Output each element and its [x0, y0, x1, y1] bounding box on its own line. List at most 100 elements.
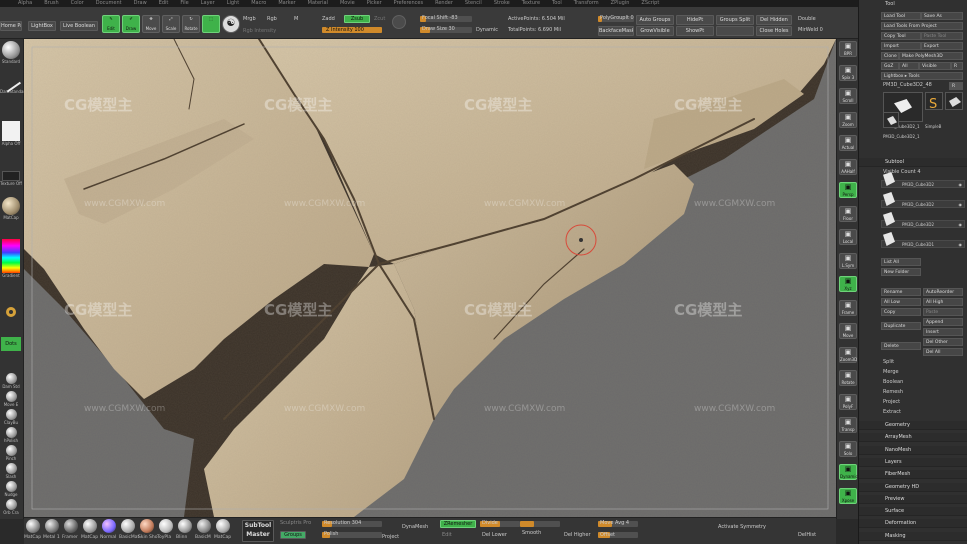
delete-button[interactable]: Delete — [881, 342, 921, 350]
tool-thumbnail-small[interactable] — [883, 112, 899, 128]
zadd-toggle[interactable]: Zadd — [322, 16, 335, 22]
palette-section-layers[interactable]: Layers — [859, 457, 967, 467]
material-sphere-icon[interactable] — [197, 519, 211, 533]
backface-mask-button[interactable]: BackfaceMask — [598, 26, 634, 36]
material-sphere-icon[interactable] — [159, 519, 173, 533]
project-menu[interactable]: Project — [883, 399, 900, 405]
material-slot[interactable]: MatCap — [0, 197, 22, 220]
eye-icon[interactable]: ◉ — [959, 181, 963, 188]
dots-slot[interactable] — [0, 307, 22, 317]
lightbox-button[interactable]: LightBox — [28, 21, 56, 31]
rgb-intensity-slider[interactable]: Rgb Intensity — [243, 28, 276, 34]
rgb-toggle[interactable]: Rgb — [267, 16, 277, 22]
paste-tool-button[interactable]: Paste Tool — [921, 32, 963, 40]
boolean-menu[interactable]: Boolean — [883, 379, 903, 385]
eye-icon[interactable]: ◉ — [959, 201, 963, 208]
load-tools-from-project-button[interactable]: Load Tools From Project — [881, 22, 963, 30]
brush-slot[interactable]: Slash — [0, 463, 22, 479]
sculptris-pro-toggle[interactable]: Sculptris Pro — [280, 520, 311, 526]
menu-item[interactable]: Macro — [251, 0, 266, 7]
menu-item[interactable]: Stencil — [465, 0, 482, 7]
mirror-weld-button[interactable]: MirWeld 0 — [798, 27, 823, 33]
color-picker[interactable]: Gradient — [0, 239, 22, 278]
rotate-button[interactable]: ↻ Rotate — [182, 15, 200, 33]
shelf-button-actual[interactable]: ▣ Actual — [839, 135, 857, 151]
shelf-button-frame[interactable]: ▣ Frame — [839, 299, 857, 316]
menu-item[interactable]: Movie — [340, 0, 355, 7]
list-all-button[interactable]: List All — [881, 258, 921, 266]
stroke-slot[interactable]: DamStandard — [0, 73, 28, 94]
brush-slot[interactable]: Pinch — [0, 445, 22, 461]
gizmo-button[interactable]: ⬚ — [202, 15, 220, 33]
menu-item[interactable]: Preferences — [394, 0, 423, 7]
shelf-button-rotate[interactable]: ▣ Rotate — [839, 370, 857, 386]
save-as-button[interactable]: Save As — [921, 12, 963, 20]
new-folder-button[interactable]: New Folder — [881, 268, 921, 276]
menu-item[interactable]: Color — [71, 0, 84, 7]
material-sphere-icon[interactable] — [121, 519, 135, 533]
menu-item[interactable]: ZScript — [641, 0, 659, 7]
brush-slot[interactable]: hPolish — [0, 427, 22, 443]
simple-brush-thumb[interactable]: S — [925, 92, 943, 112]
zsub-toggle[interactable]: Zsub — [344, 15, 370, 23]
eye-icon[interactable]: ◉ — [959, 221, 963, 228]
palette-section-surface[interactable]: Surface — [859, 507, 967, 517]
palette-section-deformation[interactable]: Deformation — [859, 519, 967, 529]
menu-item[interactable]: Layer — [201, 0, 215, 7]
paste-button[interactable]: Paste — [923, 308, 963, 316]
standard-brush-slot[interactable]: Standard — [0, 41, 22, 64]
brush-slot[interactable]: Move E — [0, 391, 22, 407]
export-button[interactable]: Export — [921, 42, 963, 50]
menu-item[interactable]: Transform — [574, 0, 599, 7]
activate-symmetry-button[interactable]: Activate Symmetry — [718, 524, 766, 530]
remesh-menu[interactable]: Remesh — [883, 389, 903, 395]
canvas-viewport[interactable]: CG模型主 www.CGMXW.com CG模型主 www.CGMXW.com CG模型… — [24, 39, 836, 517]
palette-section-masking[interactable]: Masking — [859, 531, 967, 541]
material-sphere-icon[interactable] — [178, 519, 192, 533]
all-low-button[interactable]: All Low — [881, 298, 921, 306]
shelf-button-polyf[interactable]: ▣ PolyF — [839, 393, 857, 410]
brush-slot[interactable]: ClayBu — [0, 409, 22, 425]
shelf-button-local[interactable]: ▣ Local — [839, 229, 857, 245]
goz-all-button[interactable]: All — [899, 62, 919, 70]
copy-button[interactable]: Copy — [881, 308, 921, 316]
split-menu[interactable]: Split — [883, 359, 894, 365]
menu-item[interactable]: Draw — [134, 0, 147, 7]
brush-slot[interactable]: Nudge — [0, 481, 22, 497]
local-symmetry-button[interactable]: ☯ — [222, 15, 240, 33]
shelf-button-xpose[interactable]: ▣ Xpose — [839, 487, 857, 504]
rename-button[interactable]: Rename — [881, 288, 921, 296]
menu-item[interactable]: Light — [227, 0, 239, 7]
menu-item[interactable]: Material — [308, 0, 328, 7]
alpha-slot[interactable]: Alpha Off — [0, 121, 22, 146]
pt-button-disabled[interactable] — [716, 26, 754, 36]
goz-button[interactable]: GoZ — [881, 62, 899, 70]
scale-button[interactable]: ⤢ Scale — [162, 15, 180, 33]
double-toggle[interactable]: Double — [798, 16, 816, 22]
menu-item[interactable]: Texture — [522, 0, 540, 7]
goz-r-button[interactable]: R — [951, 62, 963, 70]
hide-pt-button[interactable]: HidePt — [676, 15, 714, 25]
append-button[interactable]: Append — [923, 318, 963, 326]
close-holes-button[interactable]: Close Holes — [756, 26, 792, 36]
shelf-button-xyz[interactable]: ▣ Xyz — [839, 276, 857, 292]
shelf-button-persp[interactable]: ▣ Persp — [839, 182, 857, 198]
material-sphere-icon[interactable] — [140, 519, 154, 533]
move-button[interactable]: ✥ Move — [142, 15, 160, 33]
insert-button[interactable]: Insert — [923, 328, 963, 336]
material-sphere-icon[interactable] — [102, 519, 116, 533]
palette-section-geometry-hd[interactable]: Geometry HD — [859, 482, 967, 492]
clone-button[interactable]: Clone — [881, 52, 899, 60]
shelf-button-transp[interactable]: ▣ Transp — [839, 417, 857, 433]
m-toggle[interactable]: M — [294, 16, 298, 22]
material-sphere-icon[interactable] — [64, 519, 78, 533]
shelf-button-move[interactable]: ▣ Move — [839, 323, 857, 339]
shelf-button-floor[interactable]: ▣ Floor — [839, 205, 857, 222]
menu-item[interactable]: Render — [435, 0, 453, 7]
groups-toggle[interactable]: Groups — [280, 531, 306, 539]
eye-icon[interactable]: ◉ — [959, 241, 963, 248]
menu-item[interactable]: File — [180, 0, 188, 7]
del-all-button[interactable]: Del All — [923, 348, 963, 356]
menu-item[interactable]: ZPlugin — [611, 0, 630, 7]
menu-item[interactable]: Tool — [552, 0, 562, 7]
